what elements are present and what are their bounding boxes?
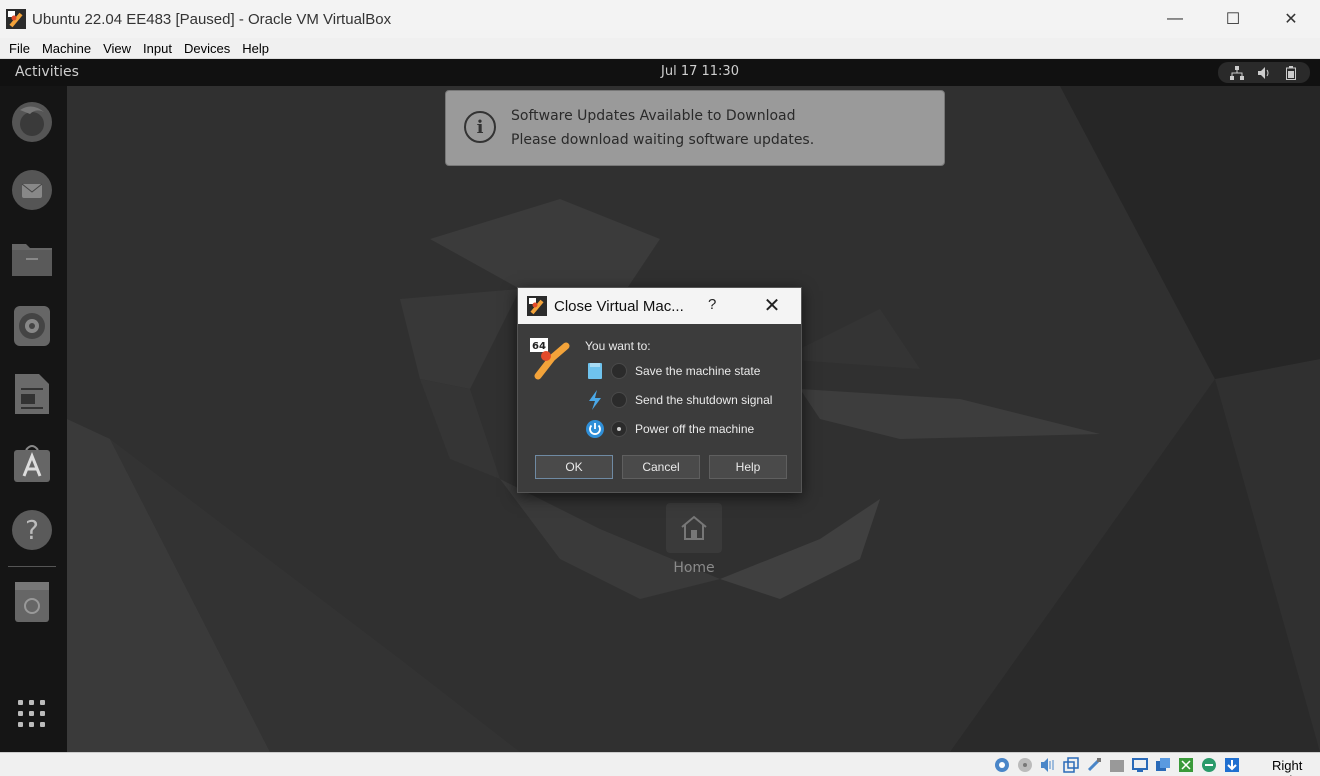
- rhythmbox-icon[interactable]: [8, 302, 56, 350]
- radio-shutdown-signal[interactable]: [611, 392, 627, 408]
- dialog-close-button[interactable]: ✕: [760, 293, 784, 318]
- radio-save-state[interactable]: [611, 363, 627, 379]
- option-save-state-label: Save the machine state: [635, 364, 761, 378]
- cpu-icon[interactable]: [1199, 756, 1218, 774]
- menu-input[interactable]: Input: [138, 41, 177, 56]
- home-folder-label: Home: [673, 560, 715, 576]
- menu-bar: File Machine View Input Devices Help: [0, 38, 1320, 59]
- option-save-state[interactable]: Save the machine state: [585, 359, 795, 383]
- app-center-icon[interactable]: [8, 438, 56, 486]
- display-icon[interactable]: [1130, 756, 1149, 774]
- libreoffice-writer-icon[interactable]: [8, 370, 56, 418]
- menu-machine[interactable]: Machine: [37, 41, 96, 56]
- virtualbox-app-icon: [527, 296, 547, 316]
- firefox-icon[interactable]: [8, 98, 56, 146]
- info-icon: i: [464, 111, 496, 143]
- home-folder-icon[interactable]: [666, 503, 722, 553]
- radio-power-off[interactable]: [611, 421, 627, 437]
- dialog-title: Close Virtual Mac...: [554, 297, 684, 315]
- network-icon: [1229, 65, 1245, 81]
- menu-view[interactable]: View: [98, 41, 136, 56]
- usb-icon[interactable]: [1084, 756, 1103, 774]
- vm-status-bar: Right Ctrl: [0, 752, 1320, 776]
- activities-button[interactable]: Activities: [15, 64, 79, 80]
- ubuntu-top-bar: Activities Jul 17 11:30: [0, 59, 1320, 86]
- files-icon[interactable]: [8, 234, 56, 282]
- status-icons: [992, 756, 1245, 774]
- option-shutdown-signal-label: Send the shutdown signal: [635, 393, 773, 407]
- mouse-integration-icon[interactable]: [1176, 756, 1195, 774]
- keyboard-icon[interactable]: [1222, 756, 1241, 774]
- menu-devices[interactable]: Devices: [179, 41, 235, 56]
- clock[interactable]: Jul 17 11:30: [640, 64, 760, 79]
- minimize-button[interactable]: —: [1146, 0, 1204, 38]
- hard-disk-icon[interactable]: [992, 756, 1011, 774]
- audio-icon[interactable]: [1038, 756, 1057, 774]
- dock-separator: [8, 566, 56, 567]
- recording-icon[interactable]: [1153, 756, 1172, 774]
- optical-drive-icon[interactable]: [1015, 756, 1034, 774]
- window-titlebar: Ubuntu 22.04 EE483 [Paused] - Oracle VM …: [0, 0, 1320, 38]
- option-power-off-label: Power off the machine: [635, 422, 755, 436]
- dialog-titlebar: Close Virtual Mac... ? ✕: [518, 288, 801, 324]
- ubuntu-dock: ?: [0, 86, 67, 752]
- shutdown-signal-icon: [585, 390, 605, 410]
- system-tray[interactable]: [1218, 62, 1310, 83]
- shared-folders-icon[interactable]: [1107, 756, 1126, 774]
- dialog-help-button[interactable]: ?: [708, 296, 716, 313]
- network-icon[interactable]: [1061, 756, 1080, 774]
- dialog-button-row: OK Cancel Help: [535, 455, 796, 479]
- maximize-button[interactable]: ☐: [1204, 0, 1262, 38]
- option-power-off[interactable]: Power off the machine: [585, 417, 795, 441]
- close-button[interactable]: ✕: [1262, 0, 1320, 38]
- ok-button[interactable]: OK: [535, 455, 613, 479]
- menu-help[interactable]: Help: [237, 41, 274, 56]
- host-key-label: Right Ctrl: [1272, 758, 1303, 776]
- logo-badge-text: 64: [532, 341, 546, 352]
- dialog-prompt: You want to:: [585, 339, 651, 353]
- power-icon: [585, 419, 605, 439]
- window-title: Ubuntu 22.04 EE483 [Paused] - Oracle VM …: [32, 10, 392, 28]
- trash-icon[interactable]: [8, 578, 56, 626]
- notification-body: Please download waiting software updates…: [511, 132, 815, 148]
- update-notification[interactable]: i Software Updates Available to Download…: [445, 90, 945, 166]
- svg-text:?: ?: [25, 516, 39, 546]
- menu-file[interactable]: File: [4, 41, 35, 56]
- volume-icon: [1256, 65, 1272, 81]
- option-shutdown-signal[interactable]: Send the shutdown signal: [585, 388, 795, 412]
- help-button[interactable]: Help: [709, 455, 787, 479]
- window-controls: — ☐ ✕: [1146, 0, 1320, 38]
- battery-icon: [1283, 65, 1299, 81]
- show-apps-icon[interactable]: [8, 690, 56, 738]
- thunderbird-icon[interactable]: [8, 166, 56, 214]
- close-vm-dialog: Close Virtual Mac... ? ✕ 64 You want to:…: [517, 287, 802, 493]
- save-state-icon: [585, 361, 605, 381]
- virtualbox-app-icon: [6, 9, 26, 29]
- cancel-button[interactable]: Cancel: [622, 455, 700, 479]
- help-icon[interactable]: ?: [8, 506, 56, 554]
- virtualbox-64-logo-icon: 64: [530, 338, 570, 380]
- notification-title: Software Updates Available to Download: [511, 108, 796, 124]
- dialog-body: 64 You want to: Save the machine state S…: [518, 324, 801, 492]
